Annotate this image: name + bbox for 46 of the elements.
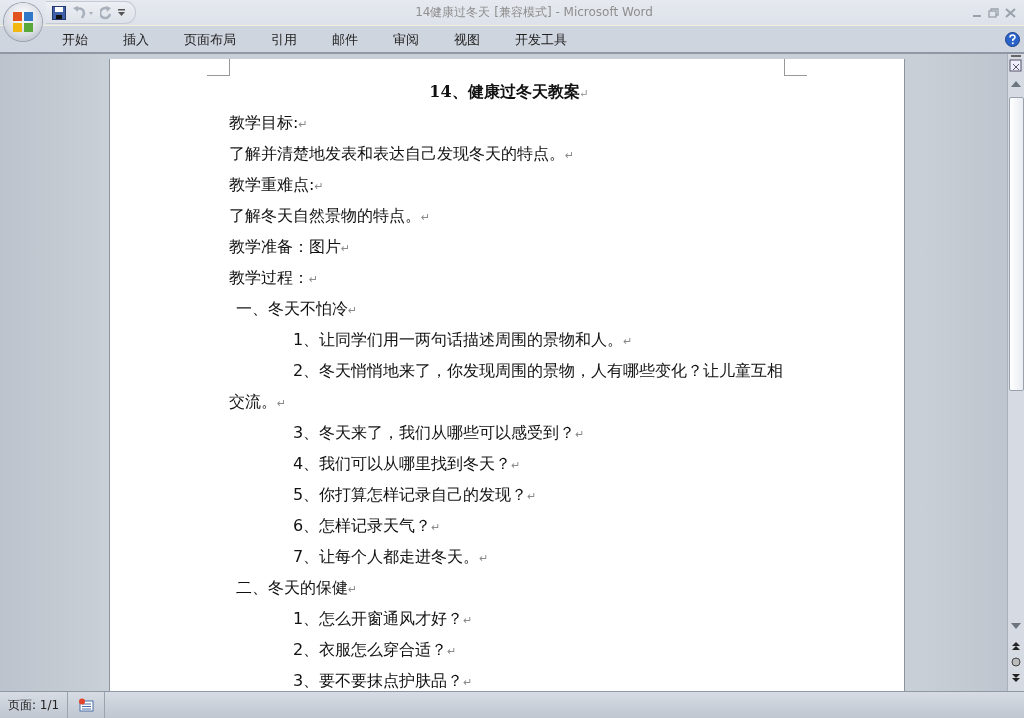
- page-count[interactable]: 页面: 1/1: [0, 692, 69, 718]
- list-item: 2、衣服怎么穿合适？↵: [292, 639, 458, 661]
- crop-mark: [784, 59, 807, 76]
- ribbon-tab[interactable]: 开始: [49, 26, 101, 52]
- document-paragraph: 了解冬天自然景物的特点。↵: [229, 205, 432, 227]
- document-paragraph: 教学过程：↵: [229, 267, 320, 289]
- save-icon[interactable]: [52, 5, 66, 20]
- list-item: 4、我们可以从哪里找到冬天？↵: [292, 453, 522, 475]
- list-item: 2、冬天悄悄地来了，你发现周围的景物，人有哪些变化？让儿童互相交流。↵: [229, 360, 785, 413]
- section-heading: 一、冬天不怕冷↵: [235, 298, 359, 320]
- list-item: 1、怎么开窗通风才好？↵: [292, 608, 474, 630]
- ruler-toggle-icon[interactable]: [1009, 59, 1023, 73]
- list-item: 5、你打算怎样记录自己的发现？↵: [292, 484, 538, 506]
- scroll-up-icon[interactable]: [1010, 79, 1022, 89]
- next-page-icon[interactable]: [1011, 673, 1021, 683]
- close-icon[interactable]: [1005, 7, 1016, 18]
- list-item: 1、让同学们用一两句话描述周围的景物和人。↵: [292, 329, 634, 351]
- document-paragraph: 教学目标:↵: [229, 112, 309, 134]
- proofing-icon[interactable]: [78, 698, 95, 712]
- scrollbar-thumb[interactable]: [1008, 97, 1024, 391]
- list-item: 7、让每个人都走进冬天。↵: [292, 546, 490, 568]
- ribbon-tab[interactable]: 插入: [110, 26, 162, 52]
- ribbon-tab[interactable]: 邮件: [319, 26, 371, 52]
- crop-mark: [207, 59, 230, 76]
- section-heading: 二、冬天的保健↵: [235, 577, 359, 599]
- ribbon-tab[interactable]: 引用: [258, 26, 310, 52]
- customize-toolbar-icon[interactable]: [118, 8, 125, 17]
- list-item: 3、冬天来了，我们从哪些可以感受到？↵: [292, 422, 586, 444]
- scroll-down-icon[interactable]: [1010, 621, 1022, 631]
- ribbon-tab[interactable]: 视图: [441, 26, 493, 52]
- document-paragraph: 教学准备：图片↵: [229, 236, 352, 258]
- office-button[interactable]: [4, 3, 42, 41]
- document-heading: 14、健康过冬天教案↵: [428, 81, 590, 103]
- window-title: 14健康过冬天 [兼容模式] - Microsoft Word: [414, 4, 654, 21]
- vertical-scrollbar[interactable]: [1007, 54, 1024, 691]
- document-paragraph: 了解并清楚地发表和表达自己发现冬天的特点。↵: [229, 143, 576, 165]
- ribbon-tab[interactable]: 开发工具: [502, 26, 580, 52]
- office-logo-icon: [11, 10, 35, 34]
- help-icon[interactable]: [1005, 31, 1020, 47]
- document-paragraph: 教学重难点:↵: [229, 174, 325, 196]
- list-item: 3、要不要抹点护肤品？↵: [292, 670, 474, 691]
- ribbon-tab[interactable]: 页面布局: [171, 26, 249, 52]
- previous-page-icon[interactable]: [1011, 641, 1021, 651]
- browse-object-icon[interactable]: [1011, 657, 1021, 667]
- ribbon-tab[interactable]: 审阅: [380, 26, 432, 52]
- list-item: 6、怎样记录天气？↵: [292, 515, 442, 537]
